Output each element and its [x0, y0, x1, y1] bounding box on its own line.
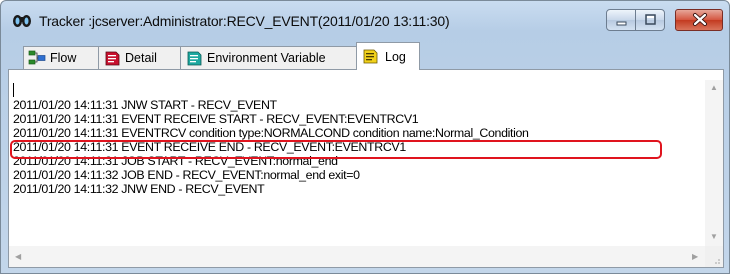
window-title: Tracker :jcserver:Administrator:RECV_EVE…	[39, 13, 450, 29]
resize-grip-icon	[715, 259, 720, 264]
highlight-box	[10, 140, 662, 159]
tab-environment-variable[interactable]: Environment Variable	[180, 46, 357, 69]
log-line: 2011/01/20 14:11:31 JNW START - RECV_EVE…	[13, 98, 277, 112]
tab-environment-variable-label: Environment Variable	[207, 51, 326, 65]
binoculars-icon	[12, 14, 32, 28]
scroll-down-icon[interactable]: ▼	[710, 232, 718, 241]
tab-log-label: Log	[385, 50, 406, 64]
minimize-button[interactable]	[606, 9, 636, 31]
log-line: 2011/01/20 14:11:31 EVENT RECEIVE START …	[13, 112, 419, 126]
log-line: 2011/01/20 14:11:32 JNW END - RECV_EVENT	[13, 182, 265, 196]
tab-strip: Flow Detail Environment Variable Log	[8, 41, 724, 70]
scroll-up-icon[interactable]: ▲	[710, 83, 718, 92]
horizontal-scrollbar[interactable]: ◀ ▶	[9, 246, 705, 267]
detail-icon	[103, 50, 121, 66]
maximize-icon	[645, 14, 656, 25]
close-button[interactable]	[675, 9, 723, 31]
log-icon	[361, 48, 379, 64]
title-bar[interactable]: Tracker :jcserver:Administrator:RECV_EVE…	[1, 1, 729, 41]
close-icon	[693, 13, 707, 26]
scroll-left-icon[interactable]: ◀	[15, 252, 21, 261]
tab-flow-label: Flow	[50, 51, 77, 65]
flow-icon	[28, 50, 46, 66]
resize-grip[interactable]	[705, 246, 723, 267]
minimize-icon	[616, 21, 627, 26]
environment-variable-icon	[185, 50, 203, 66]
text-cursor	[13, 83, 14, 97]
maximize-button[interactable]	[635, 9, 665, 31]
vertical-scrollbar[interactable]: ▲ ▼	[705, 80, 723, 246]
log-line: 2011/01/20 14:11:32 JOB END - RECV_EVENT…	[13, 168, 360, 182]
log-line: 2011/01/20 14:11:31 EVENTRCV condition t…	[13, 126, 529, 140]
tab-detail[interactable]: Detail	[98, 46, 181, 69]
tracker-window: Tracker :jcserver:Administrator:RECV_EVE…	[0, 0, 730, 274]
tab-log[interactable]: Log	[356, 42, 420, 70]
tab-flow[interactable]: Flow	[23, 46, 99, 69]
scroll-right-icon[interactable]: ▶	[692, 252, 698, 261]
tab-detail-label: Detail	[125, 51, 157, 65]
